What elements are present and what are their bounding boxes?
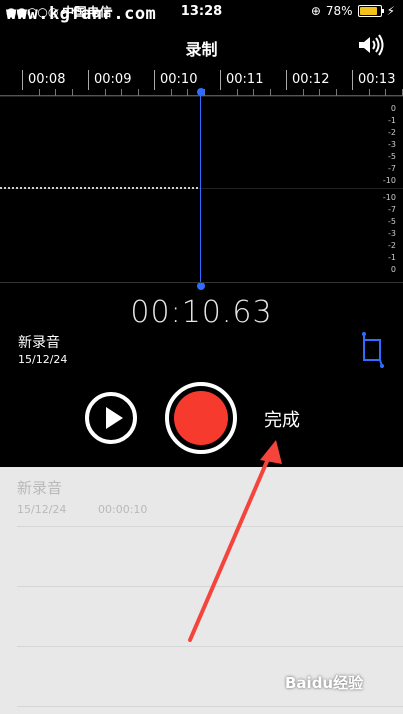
timeline-label: 00:10 — [160, 72, 198, 87]
timeline-label: 00:09 — [94, 72, 132, 87]
timeline-minor-tick — [55, 89, 56, 96]
page-title: 录制 — [185, 40, 218, 59]
timeline-minor-tick — [121, 89, 122, 96]
timeline-minor-tick — [104, 89, 106, 96]
play-button[interactable] — [85, 392, 137, 444]
site-watermark: www.kgfanr.com — [6, 4, 157, 24]
recorder-panel: ●●○○○ 中国电信 13:28 ⊕ 78% ⚡ 录制 00:08 00:09 00… — [0, 0, 403, 467]
timeline-major-tick — [88, 70, 89, 90]
charging-icon: ⚡ — [386, 4, 395, 18]
timeline-minor-tick — [385, 89, 386, 96]
timeline-minor-tick — [368, 89, 370, 96]
timeline-minor-tick — [269, 89, 271, 96]
timeline-minor-tick — [236, 89, 238, 96]
play-icon — [106, 407, 123, 429]
record-icon — [174, 391, 228, 445]
db-scale-label: -10 — [382, 176, 396, 185]
timeline-minor-tick — [71, 89, 73, 96]
timeline-label: 00:11 — [226, 72, 264, 87]
record-button[interactable] — [165, 382, 237, 454]
timeline-major-tick — [154, 70, 155, 90]
timeline-minor-tick — [170, 89, 172, 96]
timeline-label: 00:12 — [292, 72, 330, 87]
waveform-line — [0, 187, 200, 189]
playhead-bottom-handle[interactable] — [197, 282, 205, 290]
timeline-label: 00:13 — [358, 72, 396, 87]
db-scale-label: -3 — [388, 140, 396, 149]
battery-icon — [357, 5, 384, 17]
db-scale-label: -5 — [388, 152, 396, 161]
trim-icon[interactable] — [358, 330, 386, 370]
orientation-lock-icon: ⊕ — [310, 4, 321, 18]
timeline-major-tick — [286, 70, 287, 90]
timeline-label: 00:08 — [28, 72, 66, 87]
playhead-cursor[interactable] — [200, 92, 201, 286]
timeline-minor-tick — [319, 89, 320, 96]
list-item-duration: 00:00:10 — [98, 503, 148, 516]
db-scale-label: -10 — [382, 193, 396, 202]
timeline-minor-tick — [335, 89, 337, 96]
recording-date: 15/12/24 — [18, 353, 68, 366]
baidu-watermark: Baidu经验 — [285, 674, 364, 692]
db-scale-label: -2 — [388, 241, 396, 250]
battery-percent: 78% — [325, 4, 353, 18]
timeline-minor-tick — [253, 89, 254, 96]
playhead-top-handle[interactable] — [197, 88, 205, 96]
timeline-minor-tick — [401, 89, 403, 96]
db-scale-label: -7 — [388, 205, 396, 214]
list-item-name: 新录音 — [17, 479, 63, 497]
timeline-major-tick — [220, 70, 221, 90]
timeline-major-tick — [352, 70, 353, 90]
timeline-minor-tick — [38, 89, 40, 96]
timeline-major-tick — [22, 70, 23, 90]
waveform[interactable]: 0 -1 -2 -3 -5 -7 -10 -10 -7 -5 -3 -2 -1 0 — [0, 96, 403, 282]
db-scale-label: -7 — [388, 164, 396, 173]
list-item-date: 15/12/24 — [17, 503, 67, 516]
db-scale-label: -2 — [388, 128, 396, 137]
db-scale-label: -1 — [388, 253, 396, 262]
timeline-minor-tick — [302, 89, 304, 96]
db-scale-label: -5 — [388, 217, 396, 226]
db-scale-label: -3 — [388, 229, 396, 238]
db-scale-label: 0 — [390, 265, 396, 274]
recording-name[interactable]: 新录音 — [18, 332, 60, 352]
done-button[interactable]: 完成 — [264, 406, 300, 432]
db-scale-label: 0 — [390, 104, 396, 113]
speaker-icon[interactable] — [357, 34, 385, 56]
timeline-minor-tick — [187, 89, 188, 96]
db-scale-label: -1 — [388, 116, 396, 125]
elapsed-timer: 00:10.63 — [130, 295, 273, 330]
timeline-minor-tick — [137, 89, 139, 96]
